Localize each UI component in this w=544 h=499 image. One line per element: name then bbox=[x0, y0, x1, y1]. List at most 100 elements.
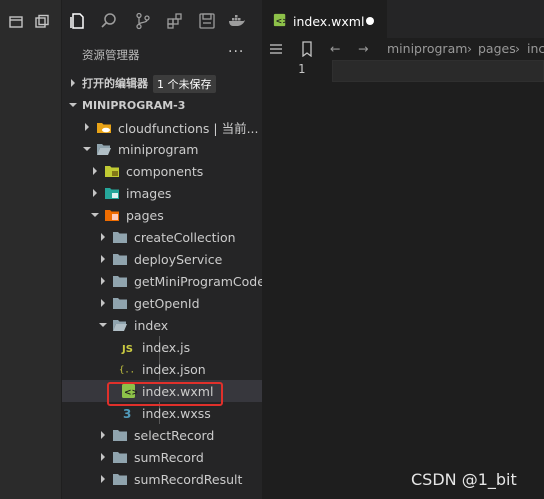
tree-item-selectRecord[interactable]: selectRecord bbox=[62, 424, 262, 446]
highlight-box bbox=[107, 382, 223, 406]
project-label: MINIPROGRAM-3 bbox=[82, 98, 186, 112]
folder-icon bbox=[113, 474, 127, 485]
chevron-right-icon bbox=[101, 277, 105, 285]
tree-item-label: sumRecord bbox=[134, 449, 204, 465]
window-icon[interactable] bbox=[34, 14, 50, 30]
components-folder-icon bbox=[105, 166, 119, 177]
tree-item-label: pages bbox=[126, 207, 164, 223]
bookmark-icon[interactable] bbox=[300, 41, 314, 57]
chevron-down-icon bbox=[83, 147, 91, 151]
explorer-sidebar: 资源管理器 ··· 打开的编辑器 1 个未保存 MINIPROGRAM-3 cl… bbox=[62, 0, 265, 499]
chevron-right-icon bbox=[101, 453, 105, 461]
folder-icon bbox=[113, 298, 127, 309]
explorer-title: 资源管理器 bbox=[82, 48, 140, 62]
breadcrumb-item[interactable]: pages bbox=[478, 41, 516, 56]
tree-item-label: sumRecordResult bbox=[134, 471, 243, 487]
chevron-down-icon bbox=[69, 103, 77, 107]
chevron-right-icon: › bbox=[515, 41, 520, 56]
docker-icon[interactable] bbox=[228, 12, 246, 30]
tree-item-deployService[interactable]: deployService bbox=[62, 248, 262, 270]
breadcrumb-item[interactable]: inc bbox=[527, 41, 544, 56]
line-number: 1 bbox=[298, 62, 306, 76]
activity-strip bbox=[0, 0, 62, 499]
tree-item-index-folder[interactable]: index bbox=[62, 314, 262, 336]
tree-item-label: deployService bbox=[134, 251, 223, 267]
unsaved-badge: 1 个未保存 bbox=[153, 75, 216, 93]
tree-item-createCollection[interactable]: createCollection bbox=[62, 226, 262, 248]
chevron-right-icon bbox=[85, 123, 89, 131]
tree-item-label: index.js bbox=[142, 339, 191, 355]
chevron-right-icon bbox=[101, 255, 105, 263]
tree-item-label: selectRecord bbox=[134, 427, 215, 443]
more-actions-icon[interactable]: ··· bbox=[228, 44, 244, 60]
tree-item-label: createCollection bbox=[134, 229, 236, 245]
tree-item-cloudfunctions[interactable]: cloudfunctions | 当前... bbox=[62, 116, 262, 138]
svg-text:JS: JS bbox=[121, 344, 133, 354]
panel-icon[interactable] bbox=[8, 14, 24, 30]
tree-item-images[interactable]: images bbox=[62, 182, 262, 204]
sidebar-toolbar bbox=[62, 0, 262, 40]
tree-item-pages[interactable]: pages bbox=[62, 204, 262, 226]
folder-open-icon bbox=[97, 144, 111, 155]
js-file-icon: JS bbox=[121, 344, 133, 354]
tree-item-label: components bbox=[126, 163, 204, 179]
tab-bar: <> index.wxml bbox=[262, 0, 544, 38]
chevron-right-icon bbox=[71, 79, 75, 87]
folder-icon bbox=[113, 232, 127, 243]
tree-item-label: index.json bbox=[142, 361, 206, 377]
open-editors-section[interactable]: 打开的编辑器 1 个未保存 bbox=[62, 72, 262, 94]
tab-index-wxml[interactable]: <> index.wxml bbox=[262, 0, 387, 38]
chevron-right-icon bbox=[101, 431, 105, 439]
tree-item-components[interactable]: components bbox=[62, 160, 262, 182]
svg-text:<>: <> bbox=[276, 17, 287, 26]
pages-folder-icon bbox=[105, 210, 119, 221]
folder-icon bbox=[113, 276, 127, 287]
breadcrumb-item[interactable]: miniprogram bbox=[387, 41, 467, 56]
chevron-right-icon bbox=[101, 233, 105, 241]
current-line[interactable] bbox=[332, 60, 544, 82]
svg-text:3: 3 bbox=[123, 407, 131, 420]
tab-label: index.wxml bbox=[293, 14, 365, 29]
tree-item-label: miniprogram bbox=[118, 141, 199, 157]
folder-icon bbox=[113, 430, 127, 441]
wxml-file-icon: <> bbox=[273, 13, 287, 27]
forward-arrow-icon[interactable]: → bbox=[358, 41, 368, 56]
storage-icon[interactable] bbox=[198, 12, 216, 30]
breadcrumb: ← → miniprogram › pages › inc bbox=[262, 38, 544, 60]
cloud-folder-icon bbox=[97, 123, 111, 133]
source-control-icon[interactable] bbox=[134, 12, 152, 30]
list-icon[interactable] bbox=[269, 42, 283, 56]
open-editors-label: 打开的编辑器 bbox=[82, 77, 148, 90]
folder-icon bbox=[113, 452, 127, 463]
tree-item-label: images bbox=[126, 185, 172, 201]
chevron-right-icon bbox=[101, 475, 105, 483]
chevron-right-icon bbox=[101, 299, 105, 307]
svg-text:{..}: {..} bbox=[119, 366, 135, 376]
files-icon[interactable] bbox=[69, 12, 87, 30]
chevron-down-icon bbox=[99, 323, 107, 327]
tree-item-label: cloudfunctions | 当前... bbox=[118, 120, 259, 136]
images-folder-icon bbox=[105, 188, 119, 199]
tree-item-label: getOpenId bbox=[134, 295, 200, 311]
tree-item-sumRecordResult[interactable]: sumRecordResult bbox=[62, 468, 262, 490]
folder-open-icon bbox=[113, 320, 127, 331]
project-section[interactable]: MINIPROGRAM-3 bbox=[62, 94, 262, 116]
tree-item-getMiniProgramCode[interactable]: getMiniProgramCode bbox=[62, 270, 265, 292]
tree-item-label: getMiniProgramCode bbox=[134, 273, 265, 289]
unsaved-dot-icon[interactable] bbox=[366, 17, 374, 25]
wxss-file-icon: 3 bbox=[123, 407, 131, 420]
back-arrow-icon[interactable]: ← bbox=[330, 41, 340, 56]
tree-item-sumRecord[interactable]: sumRecord bbox=[62, 446, 262, 468]
tree-item-miniprogram[interactable]: miniprogram bbox=[62, 138, 262, 160]
tree-item-index-json[interactable]: {..} index.json bbox=[62, 358, 262, 380]
tree-item-label: index bbox=[134, 317, 169, 333]
chevron-down-icon bbox=[91, 213, 99, 217]
tree-item-index-js[interactable]: JS index.js bbox=[62, 336, 262, 358]
extensions-icon[interactable] bbox=[166, 12, 184, 30]
tree-item-getOpenId[interactable]: getOpenId bbox=[62, 292, 262, 314]
search-icon[interactable] bbox=[100, 12, 118, 30]
chevron-right-icon bbox=[93, 189, 97, 197]
chevron-right-icon: › bbox=[467, 41, 472, 56]
json-file-icon: {..} bbox=[119, 366, 135, 376]
folder-icon bbox=[113, 254, 127, 265]
